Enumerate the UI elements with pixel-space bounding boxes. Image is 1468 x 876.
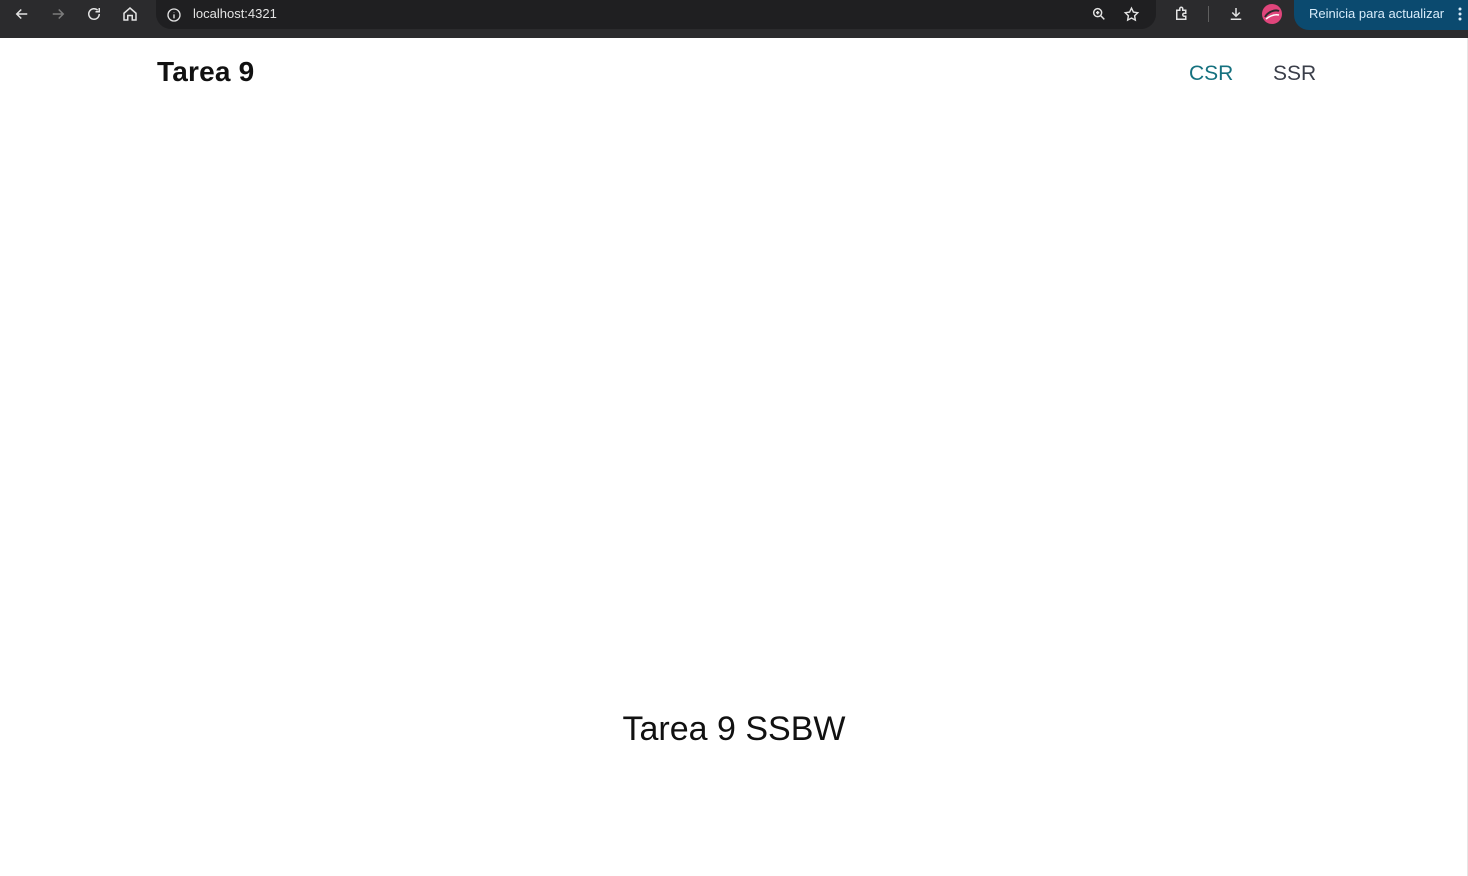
page-content: Tarea 9 CSR SSR Tarea 9 SSBW xyxy=(0,38,1468,876)
avatar[interactable] xyxy=(1262,4,1282,24)
address-bar[interactable]: localhost:4321 xyxy=(156,0,1156,29)
info-icon[interactable] xyxy=(164,5,183,24)
arrow-left-icon[interactable] xyxy=(7,3,37,25)
arrow-right-icon[interactable] xyxy=(43,3,73,25)
zoom-icon[interactable] xyxy=(1089,4,1109,24)
star-icon[interactable] xyxy=(1121,4,1141,24)
update-button[interactable]: Reinicia para actualizar xyxy=(1294,0,1468,30)
reload-icon[interactable] xyxy=(79,3,109,25)
update-label: Reinicia para actualizar xyxy=(1309,6,1445,21)
download-icon[interactable] xyxy=(1225,4,1247,24)
puzzle-icon[interactable] xyxy=(1171,4,1193,24)
kebab-menu-icon[interactable] xyxy=(1458,7,1462,21)
home-icon[interactable] xyxy=(115,3,145,25)
nav-link-csr[interactable]: CSR xyxy=(1189,62,1233,86)
nav-link-ssr[interactable]: SSR xyxy=(1273,62,1316,86)
page-heading: Tarea 9 SSBW xyxy=(622,710,846,748)
browser-toolbar: localhost:4321 Reinicia para actualizar xyxy=(0,0,1468,38)
toolbar-divider xyxy=(1208,6,1209,22)
site-title[interactable]: Tarea 9 xyxy=(157,56,254,88)
url-text[interactable]: localhost:4321 xyxy=(193,6,277,21)
